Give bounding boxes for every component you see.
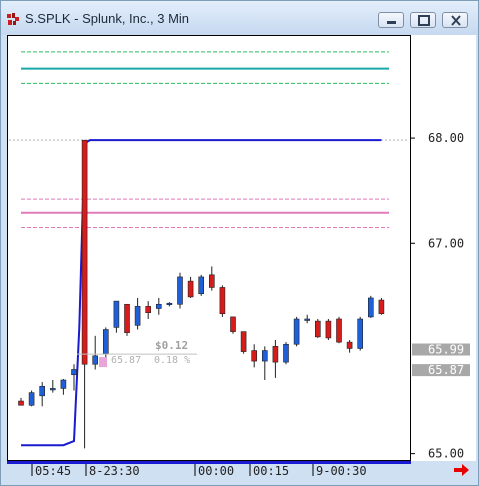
candle-body[interactable] [219,287,226,315]
restore-button[interactable] [410,12,436,28]
y-tick-label: 67.00 [428,236,464,250]
minimize-icon [387,21,396,24]
candle-body[interactable] [314,320,321,338]
price-chart[interactable]: $0.12 65.87 0.18 % 68.00 67.00 65.00 65.99 65.8… [7,35,476,481]
price-tag-label: 65.87 [428,363,464,377]
candle-body[interactable] [60,379,67,389]
y-tick-label: 68.00 [428,131,464,145]
candle-body[interactable] [304,318,311,321]
candle-body[interactable] [357,318,364,349]
candle-body[interactable] [230,316,236,332]
annotation-price-text: 65.87 [111,355,141,366]
chart-area[interactable]: $0.12 65.87 0.18 % 68.00 67.00 65.00 65.99 65.8… [7,35,476,478]
candle-body[interactable] [28,392,35,406]
candle-body[interactable] [124,303,130,333]
candle-body[interactable] [283,343,289,363]
annotation-change-text: $0.12 [155,339,188,352]
close-button[interactable] [442,12,468,28]
x-tick-label: 05:45 [35,464,71,478]
chart-window: S.SPLK - Splunk, Inc., 3 Min $0.12 65.87 0… [0,0,479,486]
candle-body[interactable] [156,303,162,309]
close-icon [451,15,461,26]
candle-body[interactable] [39,386,46,397]
candle-body[interactable] [293,318,300,345]
candle-body[interactable] [198,276,204,295]
annotation-marker [99,357,107,368]
title-bar[interactable]: S.SPLK - Splunk, Inc., 3 Min [1,1,478,35]
x-tick-label: 8-23:30 [89,464,140,478]
candle-body[interactable] [134,306,141,326]
candle-body[interactable] [325,320,332,339]
restore-icon [418,15,430,26]
candle-body[interactable] [272,346,279,363]
candle-body[interactable] [378,299,385,315]
y-tick-label: 65.00 [428,447,464,461]
candle-body[interactable] [81,139,88,365]
candle-body[interactable] [187,280,194,298]
candle-body[interactable] [103,329,109,355]
candle-body[interactable] [145,306,151,313]
candle-body[interactable] [336,318,342,343]
window-title: S.SPLK - Splunk, Inc., 3 Min [25,11,190,26]
price-tag-label: 65.99 [428,343,464,357]
x-tick-label: 9-00:30 [316,464,367,478]
candle-body[interactable] [113,300,120,328]
candle-body[interactable] [92,355,98,365]
scroll-right-arrow-icon[interactable] [452,462,472,478]
x-tick-label: 00:15 [253,464,289,478]
candle-body[interactable] [71,369,77,376]
candle-body[interactable] [262,350,268,362]
candle-body[interactable] [177,276,183,305]
candle-body[interactable] [18,400,24,406]
minimize-button[interactable] [378,12,404,28]
candle-body[interactable] [367,297,374,318]
candle-body[interactable] [49,388,56,391]
candle-body[interactable] [166,302,173,306]
candle-body[interactable] [251,350,257,362]
candle-body[interactable] [346,341,353,349]
app-logo-icon [7,13,19,25]
x-tick-label: 00:00 [198,464,234,478]
candle-body[interactable] [240,331,247,352]
annotation-percent-text: 0.18 % [154,355,190,366]
candle-body[interactable] [209,274,215,288]
